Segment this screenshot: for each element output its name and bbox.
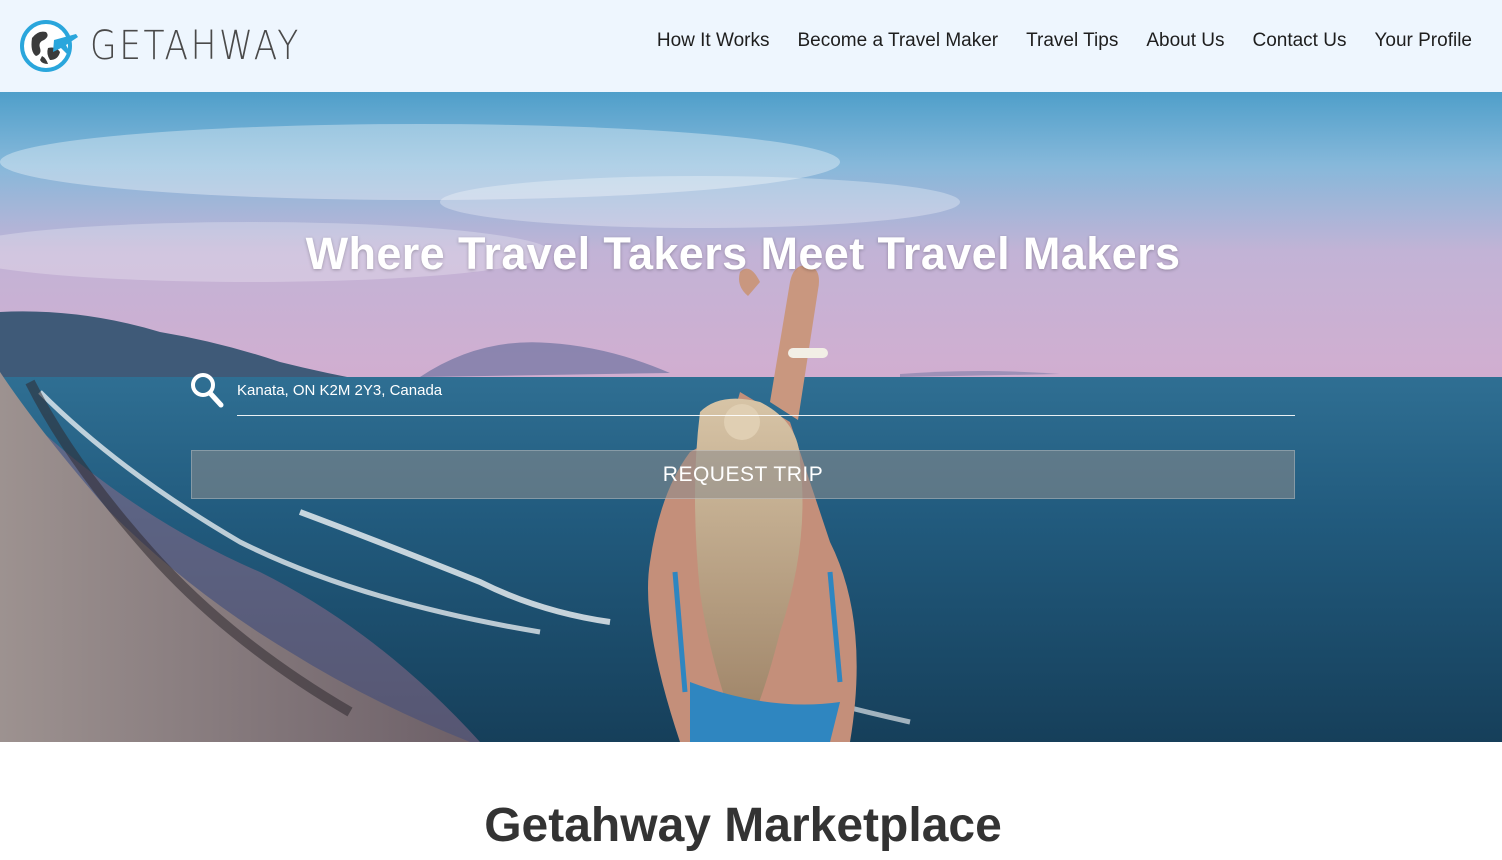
hero-title: Where Travel Takers Meet Travel Makers xyxy=(305,228,1181,279)
logo-wordmark: GETAHWAY xyxy=(90,23,301,69)
nav-become-travel-maker[interactable]: Become a Travel Maker xyxy=(797,29,998,53)
hero-section: Where Travel Takers Meet Travel Makers R… xyxy=(0,92,1502,742)
nav-contact-us[interactable]: Contact Us xyxy=(1252,29,1346,53)
marketplace-title: Getahway Marketplace xyxy=(484,799,1002,852)
nav-about-us[interactable]: About Us xyxy=(1146,29,1224,53)
location-search xyxy=(190,372,1295,416)
logo[interactable]: GETAHWAY xyxy=(18,18,335,74)
nav-travel-tips[interactable]: Travel Tips xyxy=(1026,29,1118,53)
hero-background-image xyxy=(0,92,1502,742)
site-header: GETAHWAY How It Works Become a Travel Ma… xyxy=(0,0,1502,92)
search-icon[interactable] xyxy=(190,372,224,408)
globe-plane-logo-icon xyxy=(20,20,78,72)
nav-how-it-works[interactable]: How It Works xyxy=(657,29,770,53)
request-trip-button[interactable]: REQUEST TRIP xyxy=(191,450,1295,499)
main-nav: How It Works Become a Travel Maker Trave… xyxy=(657,29,1472,53)
nav-your-profile[interactable]: Your Profile xyxy=(1374,29,1472,53)
location-search-input[interactable] xyxy=(237,372,1295,416)
